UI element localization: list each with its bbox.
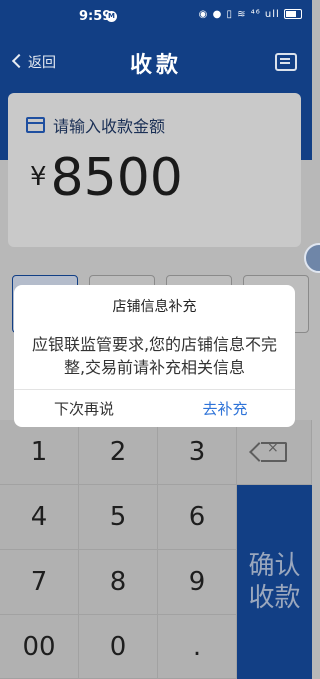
store-info-dialog: 店铺信息补充 应银联监管要求,您的店铺信息不完整,交易前请补充相关信息 下次再说… [14,285,295,427]
dialog-title: 店铺信息补充 [112,299,197,315]
later-button[interactable]: 下次再说 [14,389,154,427]
dialog-message: 应银联监管要求,您的店铺信息不完整,交易前请补充相关信息 [31,335,278,377]
complete-info-button[interactable]: 去补充 [155,389,295,427]
